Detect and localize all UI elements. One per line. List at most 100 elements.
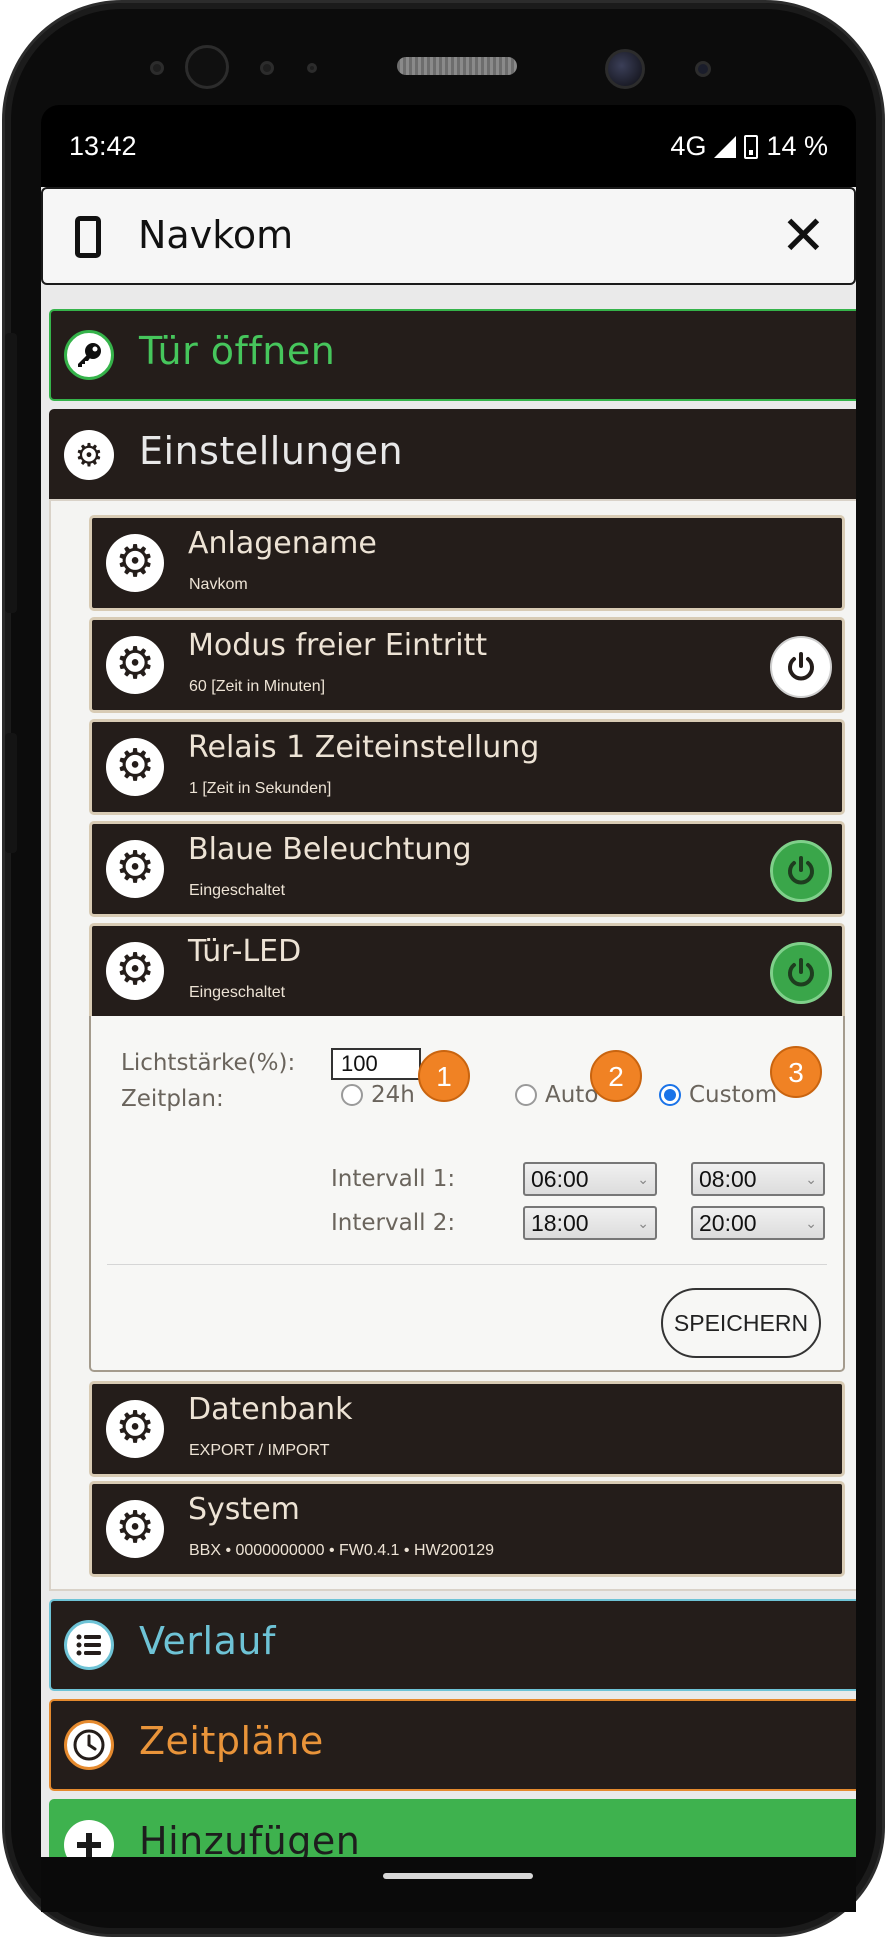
setting-free-entry[interactable]: ⚙ Modus freier Eintritt 60 [Zeit in Minu… [89, 617, 845, 713]
status-right: 4G 14 % [670, 131, 828, 162]
setting-subtitle: EXPORT / IMPORT [189, 1442, 330, 1459]
gear-icon: ⚙ [106, 534, 164, 592]
setting-blue-light[interactable]: ⚙ Blaue Beleuchtung Eingeschaltet [89, 821, 845, 917]
setting-database[interactable]: ⚙ Datenbank EXPORT / IMPORT [89, 1381, 845, 1477]
gear-icon: ⚙ [64, 430, 114, 480]
setting-subtitle: Eingeschaltet [189, 882, 286, 899]
interval1-label: Intervall 1: [331, 1166, 456, 1192]
section-settings[interactable]: ⚙ Einstellungen [49, 409, 856, 501]
setting-system[interactable]: ⚙ System BBX • 0000000000 • FW0.4.1 • HW… [89, 1481, 845, 1577]
section-label: Verlauf [139, 1619, 276, 1663]
home-indicator[interactable] [383, 1873, 533, 1879]
select-value: 08:00 [699, 1166, 757, 1192]
section-label: Zeitpläne [139, 1719, 324, 1763]
radio-dot[interactable] [341, 1084, 363, 1106]
power-toggle-icon[interactable] [770, 942, 832, 1004]
radio-dot[interactable] [659, 1084, 681, 1106]
schedule-label: Zeitplan: [121, 1086, 224, 1112]
radio-24h[interactable]: 24h [341, 1082, 415, 1108]
dialog-titlebar: Navkom ✕ [41, 187, 856, 285]
section-add[interactable]: Hinzufügen [49, 1799, 856, 1857]
setting-title: System [188, 1492, 300, 1527]
sensor [260, 61, 274, 75]
radio-label: Custom [689, 1082, 778, 1108]
key-icon [64, 330, 114, 380]
gear-icon: ⚙ [106, 738, 164, 796]
phone-frame: 13:42 4G 14 % Navkom ✕ Tür öffnen ⚙ Eins… [2, 0, 885, 1937]
radio-dot[interactable] [515, 1084, 537, 1106]
sensor [185, 45, 229, 89]
gear-icon: ⚙ [106, 942, 164, 1000]
screen: 13:42 4G 14 % Navkom ✕ Tür öffnen ⚙ Eins… [41, 105, 856, 1857]
setting-title: Anlagename [188, 526, 377, 561]
close-icon[interactable]: ✕ [781, 201, 826, 271]
bixby-button [5, 733, 17, 853]
earpiece-speaker [397, 57, 517, 75]
volume-button [5, 333, 17, 613]
front-camera [605, 49, 645, 89]
power-toggle-icon[interactable] [770, 840, 832, 902]
chevron-down-icon: ⌄ [637, 1171, 649, 1187]
sensor [307, 63, 317, 73]
callout-badge: 2 [590, 1050, 642, 1102]
gear-icon: ⚙ [106, 1400, 164, 1458]
settings-body: ⚙ Anlagename Navkom ⚙ Modus freier Eintr… [49, 499, 856, 1591]
radio-auto[interactable]: Auto [515, 1082, 598, 1108]
setting-subtitle: BBX • 0000000000 • FW0.4.1 • HW200129 [189, 1542, 494, 1559]
interval1-from-select[interactable]: 06:00 ⌄ [523, 1162, 657, 1196]
gear-icon: ⚙ [106, 840, 164, 898]
setting-subtitle: Eingeschaltet [189, 984, 286, 1001]
status-bar: 13:42 4G 14 % [41, 105, 856, 185]
sensor [150, 61, 164, 75]
gear-icon: ⚙ [106, 636, 164, 694]
sensor [695, 61, 711, 77]
select-value: 20:00 [699, 1210, 757, 1236]
setting-door-led[interactable]: ⚙ Tür-LED Eingeschaltet [89, 923, 845, 1019]
network-label: 4G [670, 131, 707, 161]
radio-custom[interactable]: Custom [659, 1082, 777, 1108]
divider [107, 1264, 827, 1265]
section-schedules[interactable]: Zeitpläne [49, 1699, 856, 1791]
chevron-down-icon: ⌄ [805, 1171, 817, 1187]
dialog: Navkom ✕ Tür öffnen ⚙ Einstellungen ⚙ An… [41, 187, 856, 1857]
status-time: 13:42 [69, 131, 137, 161]
setting-relay-time[interactable]: ⚙ Relais 1 Zeiteinstellung 1 [Zeit in Se… [89, 719, 845, 815]
battery-icon [744, 134, 759, 159]
interval2-from-select[interactable]: 18:00 ⌄ [523, 1206, 657, 1240]
section-door-open[interactable]: Tür öffnen [49, 309, 856, 401]
gear-icon: ⚙ [106, 1500, 164, 1558]
setting-subtitle: Navkom [189, 576, 248, 593]
dialog-title: Navkom [138, 213, 294, 257]
setting-title: Modus freier Eintritt [188, 628, 488, 663]
plus-icon [64, 1820, 114, 1857]
section-label: Tür öffnen [139, 329, 336, 373]
clock-icon [64, 1720, 114, 1770]
chevron-down-icon: ⌄ [805, 1215, 817, 1231]
callout-badge: 1 [418, 1050, 470, 1102]
callout-badge: 3 [770, 1046, 822, 1098]
interval1-to-select[interactable]: 08:00 ⌄ [691, 1162, 825, 1196]
brightness-input[interactable]: 100 [331, 1048, 421, 1080]
section-label: Hinzufügen [139, 1819, 361, 1857]
brightness-label: Lichtstärke(%): [121, 1050, 296, 1076]
setting-subtitle: 1 [Zeit in Sekunden] [189, 780, 332, 797]
save-button[interactable]: SPEICHERN [661, 1288, 821, 1358]
setting-title: Blaue Beleuchtung [188, 832, 472, 867]
phone-icon [75, 216, 101, 258]
section-history[interactable]: Verlauf [49, 1599, 856, 1691]
radio-label: Auto [545, 1082, 599, 1108]
setting-title: Relais 1 Zeiteinstellung [188, 730, 540, 765]
select-value: 06:00 [531, 1166, 589, 1192]
power-toggle-icon[interactable] [770, 636, 832, 698]
section-label: Einstellungen [139, 429, 404, 473]
list-icon [64, 1620, 114, 1670]
interval2-label: Intervall 2: [331, 1210, 456, 1236]
setting-system-name[interactable]: ⚙ Anlagename Navkom [89, 515, 845, 611]
battery-label: 14 % [766, 131, 828, 161]
setting-title: Tür-LED [188, 934, 302, 969]
setting-subtitle: 60 [Zeit in Minuten] [189, 678, 326, 695]
chevron-down-icon: ⌄ [637, 1215, 649, 1231]
signal-icon [714, 135, 737, 158]
interval2-to-select[interactable]: 20:00 ⌄ [691, 1206, 825, 1240]
radio-label: 24h [371, 1082, 415, 1108]
